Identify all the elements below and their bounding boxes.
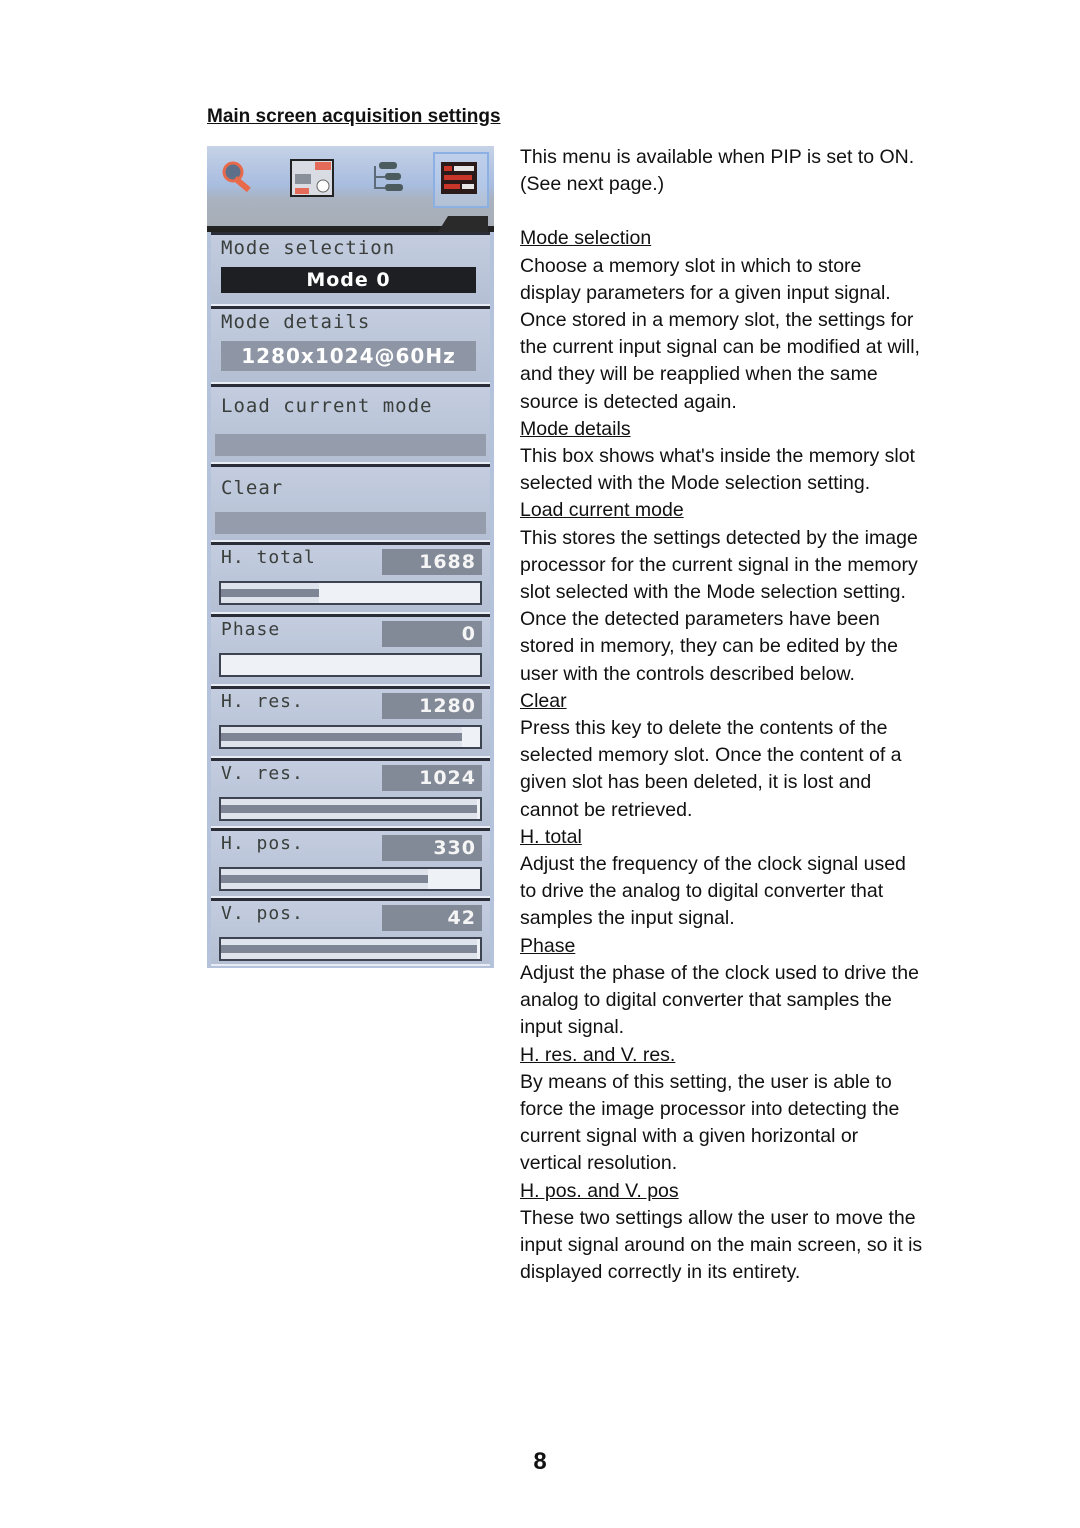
section-text-line: By means of this setting, the user is ab…: [520, 1070, 892, 1093]
section-text-line: Adjust the phase of the clock used to dr…: [520, 961, 919, 984]
section-text-line: user with the controls described below.: [520, 662, 855, 685]
v-pos-label: V. pos.: [221, 903, 304, 924]
section-text-line: slot selected with the Mode selection se…: [520, 581, 906, 604]
h-res-label: H. res.: [221, 691, 304, 712]
clear-label: Clear: [221, 477, 284, 499]
osd-menu-screenshot: Mode selection Mode 0 Mode details 1280x…: [207, 146, 494, 968]
slider-thumb[interactable]: [477, 799, 480, 819]
acquisition-settings-icon[interactable]: [433, 152, 489, 208]
section-text-line: processor for the current signal in the …: [520, 553, 918, 576]
section-text-line: selected with the Mode selection setting…: [520, 472, 871, 495]
slider-thumb[interactable]: [221, 655, 480, 675]
h-res-slider[interactable]: [219, 725, 482, 749]
section-text-line: displayed correctly in its entirety.: [520, 1261, 801, 1284]
section-text-line: source is detected again.: [520, 390, 737, 413]
h-res-slider-item[interactable]: H. res. 1280: [211, 686, 490, 758]
intro-line: (See next page.): [520, 173, 665, 196]
section-title: Main screen acquisition settings: [207, 106, 501, 127]
mode-details-label: Mode details: [221, 311, 371, 333]
section-heading: H. res. and V. res.: [520, 1043, 676, 1066]
osd-tab-bar: [207, 146, 494, 232]
v-pos-value: 42: [382, 905, 482, 931]
section-text-line: Press this key to delete the contents of…: [520, 717, 888, 740]
section-text-line: input signal.: [520, 1016, 625, 1039]
section-text-line: Adjust the frequency of the clock signal…: [520, 853, 906, 876]
section-text-line: force the image processor into detecting…: [520, 1097, 900, 1120]
section-text-line: vertical resolution.: [520, 1152, 678, 1175]
section-heading: Load current mode: [520, 499, 684, 522]
h-res-value: 1280: [382, 693, 482, 719]
section-text-line: These two settings allow the user to mov…: [520, 1206, 916, 1229]
section-text-line: to drive the analog to digital converter…: [520, 880, 884, 903]
h-pos-value: 330: [382, 835, 482, 861]
section-text-line: Choose a memory slot in which to store: [520, 254, 862, 277]
h-pos-slider[interactable]: [219, 867, 482, 891]
picture-in-picture-icon[interactable]: [289, 158, 335, 198]
v-res-slider-item[interactable]: V. res. 1024: [211, 758, 490, 828]
section-text-line: Once stored in a memory slot, the settin…: [520, 309, 914, 332]
load-current-mode-label: Load current mode: [221, 395, 433, 417]
v-pos-slider-item[interactable]: V. pos. 42: [211, 898, 490, 966]
h-total-label: H. total: [221, 547, 316, 568]
clear-button[interactable]: Clear: [211, 464, 490, 542]
v-res-label: V. res.: [221, 763, 304, 784]
mode-details-item: Mode details 1280x1024@60Hz: [211, 306, 490, 384]
section-heading: Phase: [520, 934, 576, 957]
section-text-line: selected memory slot. Once the content o…: [520, 744, 902, 767]
h-total-value: 1688: [382, 549, 482, 575]
v-res-value: 1024: [382, 765, 482, 791]
mode-selection-item[interactable]: Mode selection Mode 0: [211, 232, 490, 306]
load-current-mode-button[interactable]: Load current mode: [211, 384, 490, 464]
button-strip: [215, 434, 486, 456]
intro-line: This menu is available when PIP is set t…: [520, 146, 915, 168]
page-number: 8: [533, 1448, 547, 1475]
section-text-line: This stores the settings detected by the…: [520, 526, 918, 549]
v-pos-slider[interactable]: [219, 937, 482, 961]
description-sections: Mode selection Choose a memory slot in wh…: [520, 225, 960, 1286]
section-heading: Mode details: [520, 417, 631, 440]
mode-details-value: 1280x1024@60Hz: [221, 341, 476, 371]
section-text-line: stored in memory, they can be edited by …: [520, 635, 898, 658]
button-strip: [215, 512, 486, 534]
section-text-line: Once the detected parameters have been: [520, 608, 880, 631]
slider-thumb[interactable]: [428, 869, 480, 889]
h-total-slider[interactable]: [219, 581, 482, 605]
section-heading: H. pos. and V. pos: [520, 1179, 679, 1202]
mode-selection-label: Mode selection: [221, 237, 396, 259]
section-heading: Mode selection: [520, 227, 652, 250]
section-text-line: current signal with a given horizontal o…: [520, 1125, 859, 1148]
phase-label: Phase: [221, 619, 281, 640]
v-res-slider[interactable]: [219, 797, 482, 821]
section-heading: Clear: [520, 689, 567, 712]
slider-thumb[interactable]: [461, 727, 480, 747]
h-pos-label: H. pos.: [221, 833, 304, 854]
section-text-line: input signal around on the main screen, …: [520, 1233, 923, 1256]
section-heading: H. total: [520, 825, 582, 848]
h-pos-slider-item[interactable]: H. pos. 330: [211, 828, 490, 898]
section-text-line: display parameters for a given input sig…: [520, 281, 891, 304]
signal-tree-icon[interactable]: [365, 158, 411, 198]
mode-selection-value[interactable]: Mode 0: [221, 267, 476, 293]
phase-value: 0: [382, 621, 482, 647]
h-total-slider-item[interactable]: H. total 1688: [211, 542, 490, 614]
phase-slider-item[interactable]: Phase 0: [211, 614, 490, 686]
slider-thumb[interactable]: [319, 583, 480, 603]
section-text-line: and they will be reapplied when the same: [520, 363, 878, 386]
phase-slider[interactable]: [219, 653, 482, 677]
section-text-line: This box shows what's inside the memory …: [520, 445, 915, 468]
active-tab-indicator: [438, 216, 488, 232]
section-text-line: given slot has been deleted, it is lost …: [520, 771, 872, 794]
section-text-line: cannot be retrieved.: [520, 798, 693, 821]
section-text-line: the current input signal can be modified…: [520, 336, 920, 359]
description-column: This menu is available when PIP is set t…: [520, 144, 960, 1286]
section-text-line: samples the input signal.: [520, 907, 735, 930]
wrench-icon[interactable]: [219, 158, 265, 198]
section-text-line: analog to digital converter that samples…: [520, 989, 892, 1012]
slider-thumb[interactable]: [477, 939, 480, 959]
